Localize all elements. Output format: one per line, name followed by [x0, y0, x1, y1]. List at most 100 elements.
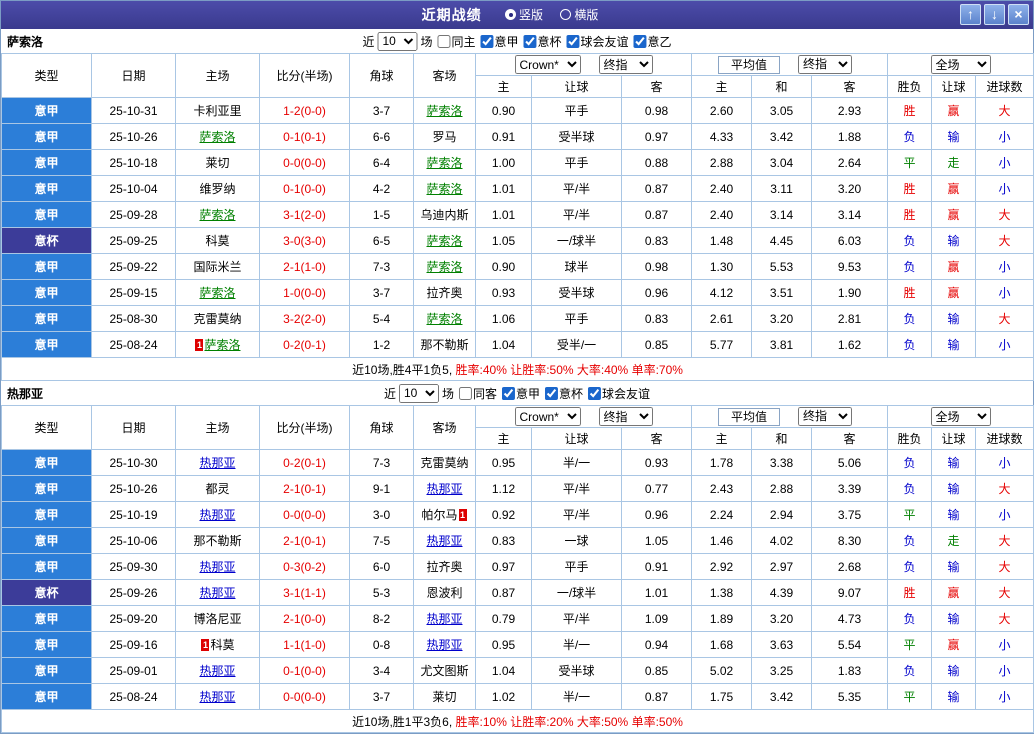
bookmaker-select[interactable]: Crown* — [514, 407, 581, 426]
away-team-name[interactable]: 萨索洛 — [426, 156, 462, 170]
final-odds-select[interactable]: 终指 — [598, 55, 653, 74]
away-team-name[interactable]: 热那亚 — [426, 534, 462, 548]
checkbox-input[interactable] — [502, 386, 515, 400]
home-team-name[interactable]: 热那亚 — [199, 508, 235, 522]
corner-score: 8-2 — [349, 605, 414, 632]
result-goals: 小 — [975, 123, 1034, 150]
odds-away: 0.96 — [620, 279, 693, 306]
avg-home: 5.02 — [691, 657, 753, 684]
checkbox-label: 意杯 — [559, 386, 584, 401]
filter-checkbox-2[interactable]: 意杯 — [523, 33, 562, 50]
home-team-name[interactable]: 热那亚 — [199, 560, 235, 574]
home-team-name[interactable]: 热那亚 — [199, 586, 235, 600]
scope-select[interactable]: 全场 — [930, 407, 991, 426]
away-team-name[interactable]: 热那亚 — [426, 612, 462, 626]
away-team-name[interactable]: 萨索洛 — [426, 234, 462, 248]
handicap-line: 平/半 — [531, 501, 622, 528]
home-team-name[interactable]: 热那亚 — [199, 690, 235, 704]
away-team-name[interactable]: 热那亚 — [426, 638, 462, 652]
away-team-name[interactable]: 热那亚 — [426, 482, 462, 496]
away-team-name[interactable]: 萨索洛 — [426, 260, 462, 274]
move-down-button[interactable]: ↓ — [984, 4, 1005, 25]
home-team: 萨索洛 — [175, 201, 260, 228]
avg-draw: 5.53 — [751, 253, 813, 280]
away-team-name: 帕尔马 — [421, 508, 458, 522]
filter-checkbox-0[interactable]: 同客 — [458, 385, 497, 402]
avg-away: 2.64 — [811, 149, 889, 176]
away-team-name[interactable]: 萨索洛 — [426, 312, 462, 326]
league-type: 意杯 — [1, 579, 92, 606]
home-team-name[interactable]: 萨索洛 — [204, 338, 240, 352]
title-bar: 近期战绩 竖版 横版 ↑ ↓ × — [1, 1, 1033, 29]
home-team-name: 国际米兰 — [193, 260, 242, 274]
move-up-button[interactable]: ↑ — [960, 4, 981, 25]
scope-select[interactable]: 全场 — [930, 55, 991, 74]
close-icon: × — [1014, 6, 1023, 22]
home-team-name[interactable]: 萨索洛 — [199, 286, 235, 300]
filter-checkbox-2[interactable]: 意杯 — [545, 385, 583, 402]
home-team-name[interactable]: 萨索洛 — [199, 208, 235, 222]
away-team-name[interactable]: 萨索洛 — [426, 182, 462, 196]
filter-checkbox-3[interactable]: 球会友谊 — [588, 385, 650, 402]
match-row: 意甲 25-10-26 都灵 2-1(0-1) 9-1 热那亚 1.12 平/半 0.77 2.4… — [1, 475, 1034, 502]
league-type: 意甲 — [1, 631, 92, 658]
average-final-select[interactable]: 终指 — [798, 54, 853, 74]
result-win-lose: 平 — [887, 631, 933, 658]
checkbox-input[interactable] — [523, 34, 537, 48]
average-label[interactable]: 平均值 — [718, 408, 781, 427]
checkbox-input[interactable] — [633, 34, 647, 48]
result-goals: 大 — [975, 579, 1034, 606]
checkbox-input[interactable] — [588, 386, 602, 400]
odds-home: 1.02 — [475, 683, 532, 710]
avg-draw: 2.88 — [751, 475, 813, 502]
sub-header-6: 胜负 — [887, 427, 933, 450]
close-button[interactable]: × — [1008, 4, 1029, 25]
corner-score: 7-3 — [349, 253, 414, 280]
avg-home: 2.24 — [691, 501, 753, 528]
checkbox-input[interactable] — [437, 34, 451, 48]
checkbox-input[interactable] — [545, 386, 559, 400]
avg-draw: 3.81 — [751, 331, 813, 358]
handicap-line: 一/球半 — [531, 579, 622, 606]
filter-checkbox-1[interactable]: 意甲 — [480, 33, 519, 50]
filter-checkbox-3[interactable]: 球会友谊 — [566, 33, 629, 50]
match-score: 0-2(0-1) — [259, 449, 350, 476]
match-date: 25-09-22 — [91, 253, 176, 280]
handicap-line: 平手 — [531, 97, 622, 124]
home-team-name[interactable]: 萨索洛 — [199, 130, 235, 144]
result-goals: 小 — [975, 253, 1034, 280]
home-team-name[interactable]: 热那亚 — [199, 664, 235, 678]
checkbox-input[interactable] — [458, 386, 472, 400]
match-score: 0-3(0-2) — [259, 553, 350, 580]
away-team-name: 恩波利 — [426, 586, 463, 600]
away-team-name[interactable]: 萨索洛 — [426, 104, 462, 118]
odds-away: 0.83 — [620, 227, 693, 254]
match-count-select[interactable]: 10 — [377, 31, 418, 51]
radio-horizontal-label: 横版 — [574, 8, 599, 22]
checkbox-input[interactable] — [566, 34, 580, 48]
league-type: 意甲 — [1, 123, 92, 150]
checkbox-input[interactable] — [480, 34, 494, 48]
league-type: 意甲 — [1, 175, 92, 202]
match-row: 意甲 25-09-15 萨索洛 1-0(0-0) 3-7 拉齐奥 0.93 受半球 0.96 4.… — [1, 279, 1034, 306]
handicap-line: 受半球 — [531, 279, 622, 306]
odds-home: 1.12 — [475, 475, 532, 502]
home-team-name[interactable]: 热那亚 — [199, 456, 235, 470]
final-odds-select[interactable]: 终指 — [598, 407, 653, 426]
home-team: 克雷莫纳 — [175, 305, 260, 332]
odds-away: 0.98 — [620, 97, 693, 124]
match-count-select[interactable]: 10 — [398, 383, 439, 403]
sub-header-1: 让球 — [531, 427, 622, 450]
layout-radio-vertical[interactable]: 竖版 — [504, 6, 543, 23]
filter-checkbox-4[interactable]: 意乙 — [633, 33, 672, 50]
match-row: 意甲 25-09-30 热那亚 0-3(0-2) 6-0 拉齐奥 0.97 平手 0.91 2.9… — [1, 553, 1034, 580]
average-final-select[interactable]: 终指 — [798, 406, 853, 426]
filter-checkbox-1[interactable]: 意甲 — [502, 385, 540, 402]
average-label[interactable]: 平均值 — [718, 56, 781, 75]
bookmaker-select[interactable]: Crown* — [514, 55, 581, 74]
avg-draw: 4.45 — [751, 227, 813, 254]
handicap-line: 半/一 — [531, 683, 622, 710]
layout-radio-horizontal[interactable]: 横版 — [560, 6, 598, 23]
filter-checkbox-0[interactable]: 同主 — [437, 33, 475, 50]
match-score: 2-1(0-1) — [259, 527, 350, 554]
